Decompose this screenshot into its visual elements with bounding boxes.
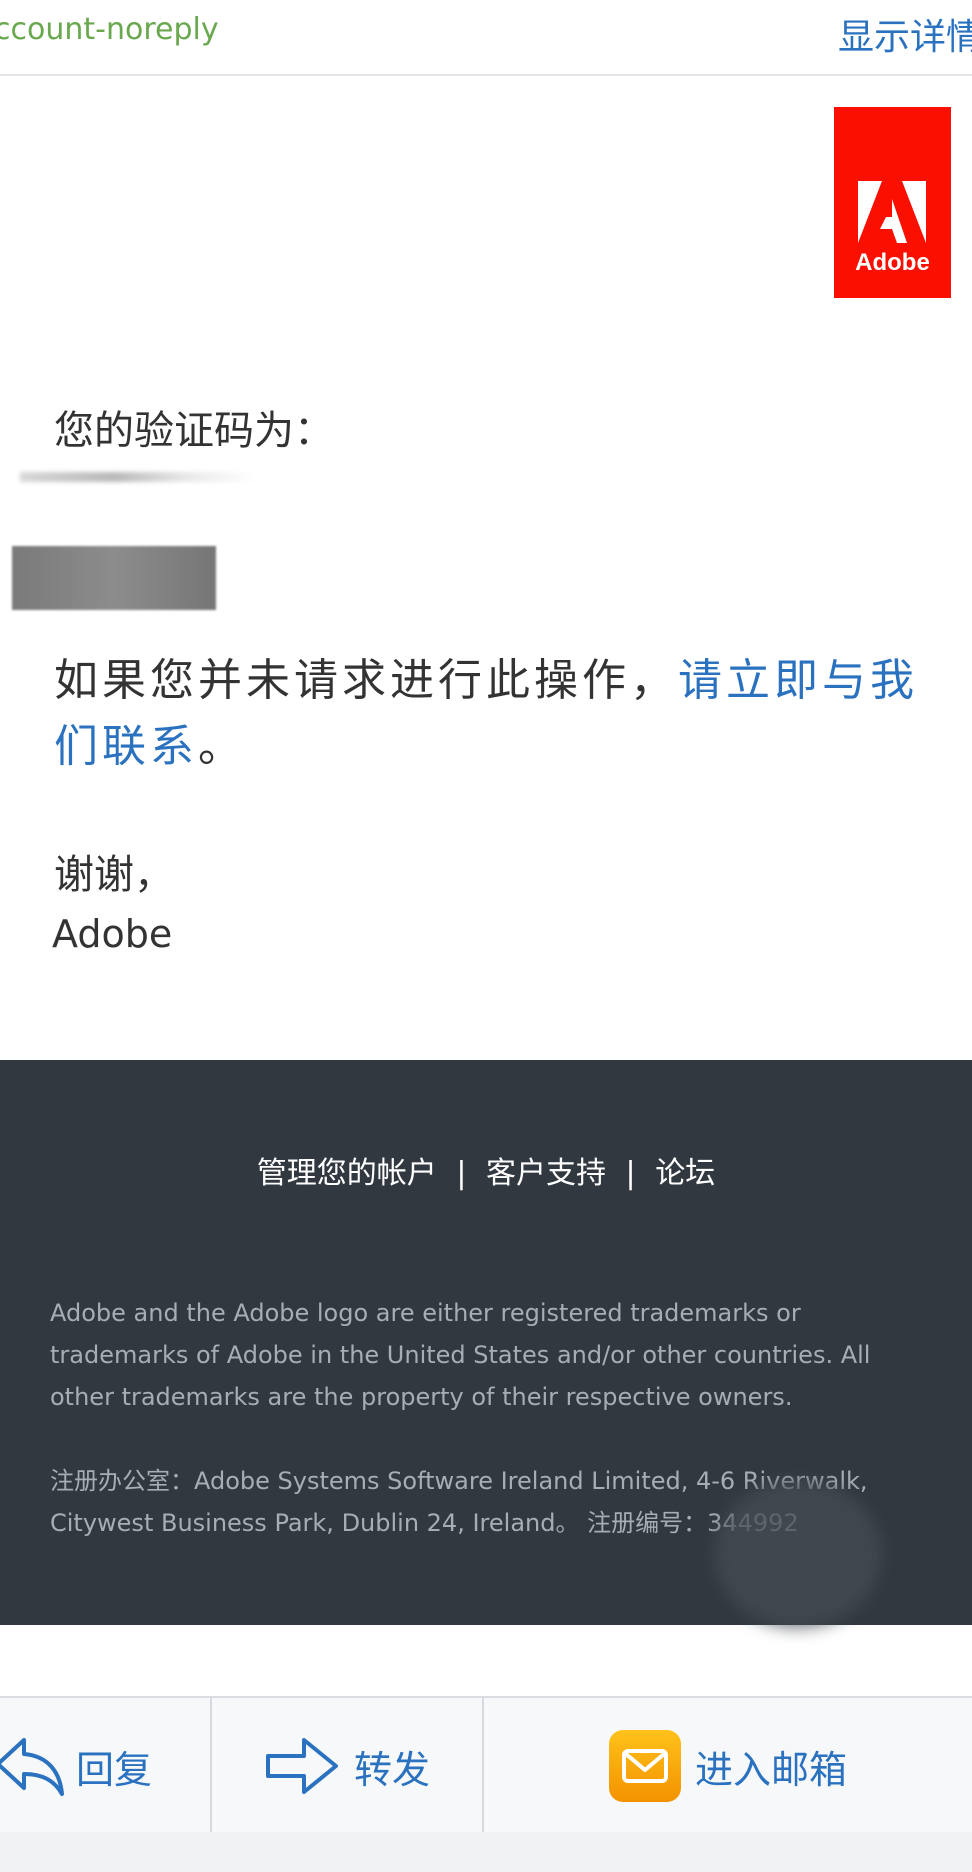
email-header: ccount-noreply 显示详情 [0,0,972,76]
email-footer: 管理您的帐户 | 客户支持 | 论坛 Adobe and the Adobe l… [0,1060,972,1628]
forum-link[interactable]: 论坛 [655,1156,715,1191]
open-mailbox-button[interactable]: 进入邮箱 [484,1698,972,1834]
link-separator: | [625,1156,636,1191]
show-details-link[interactable]: 显示详情 [838,8,972,60]
logo-wordmark: Adobe [855,249,930,276]
message-body: 如果您并未请求进行此操作，请立即与我们联系。 [54,648,934,780]
mail-icon [608,1730,681,1802]
bottom-toolbar: 回复 转发 进入邮箱 [0,1696,972,1834]
redaction-blur [714,1480,882,1628]
redacted-code-block [12,546,216,610]
link-separator: | [456,1156,467,1191]
adobe-a-icon [858,181,926,243]
manage-account-link[interactable]: 管理您的帐户 [257,1156,437,1191]
signature: Adobe [52,912,173,956]
redacted-code-line [20,472,256,482]
forward-arrow-icon [265,1738,338,1794]
reply-label: 回复 [76,1747,153,1792]
thanks-text: 谢谢， [54,852,174,898]
footer-links: 管理您的帐户 | 客户支持 | 论坛 [0,1148,972,1192]
adobe-logo: Adobe [834,107,951,298]
customer-support-link[interactable]: 客户支持 [486,1156,606,1191]
sender-address: ccount-noreply [0,12,219,47]
reply-arrow-icon [0,1738,64,1796]
verification-code-label: 您的验证码为： [54,408,334,454]
bottom-strip [0,1832,972,1872]
body-prefix: 如果您并未请求进行此操作， [54,655,678,706]
forward-button[interactable]: 转发 [212,1698,482,1834]
body-suffix: 。 [198,721,246,772]
forward-label: 转发 [353,1747,430,1792]
open-mailbox-label: 进入邮箱 [694,1747,847,1792]
trademark-notice: Adobe and the Adobe logo are either regi… [50,1299,871,1411]
reply-button[interactable]: 回复 [0,1698,210,1834]
